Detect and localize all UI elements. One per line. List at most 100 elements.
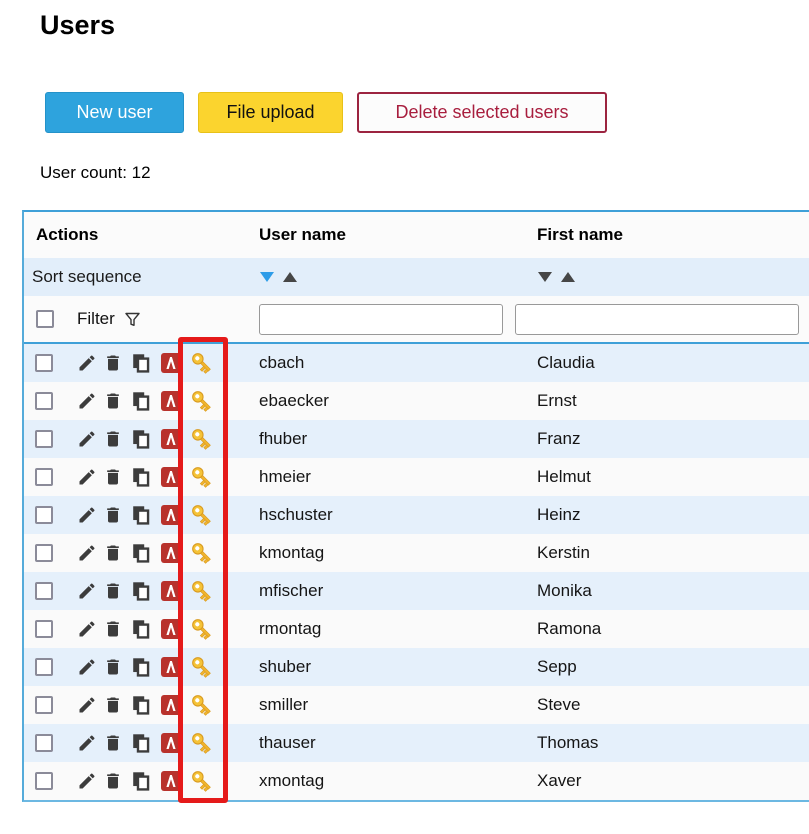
copy-icon[interactable]: [130, 504, 152, 526]
edit-icon[interactable]: [77, 771, 97, 791]
edit-icon[interactable]: [77, 391, 97, 411]
edit-icon[interactable]: [77, 505, 97, 525]
edit-icon[interactable]: [77, 467, 97, 487]
row-select-checkbox[interactable]: [35, 506, 53, 524]
copy-icon[interactable]: [130, 580, 152, 602]
row-select-checkbox[interactable]: [35, 468, 53, 486]
key-icon[interactable]: [189, 730, 215, 756]
user-name-filter-input[interactable]: [259, 304, 503, 335]
copy-icon[interactable]: [130, 694, 152, 716]
delete-icon[interactable]: [103, 771, 123, 791]
sort-user-name-desc-icon[interactable]: [260, 272, 274, 282]
sort-sequence-label: Sort sequence: [24, 267, 257, 287]
key-icon[interactable]: [189, 502, 215, 528]
edit-icon[interactable]: [77, 619, 97, 639]
row-select-checkbox[interactable]: [35, 582, 53, 600]
user-count-label: User count: 12: [40, 163, 151, 183]
copy-icon[interactable]: [130, 542, 152, 564]
filter-funnel-icon[interactable]: [123, 310, 142, 329]
delete-icon[interactable]: [103, 657, 123, 677]
key-icon[interactable]: [189, 654, 215, 680]
sort-user-name-asc-icon[interactable]: [283, 272, 297, 282]
pdf-icon[interactable]: [161, 771, 181, 791]
cell-first-name: Thomas: [535, 733, 809, 753]
row-select-checkbox[interactable]: [35, 354, 53, 372]
key-icon[interactable]: [189, 692, 215, 718]
delete-icon[interactable]: [103, 619, 123, 639]
row-actions-cell: [24, 616, 257, 642]
edit-icon[interactable]: [77, 543, 97, 563]
key-icon[interactable]: [189, 388, 215, 414]
first-name-filter-input[interactable]: [515, 304, 799, 335]
pdf-icon[interactable]: [161, 733, 181, 753]
row-select-checkbox[interactable]: [35, 772, 53, 790]
delete-icon[interactable]: [103, 505, 123, 525]
delete-icon[interactable]: [103, 695, 123, 715]
delete-icon[interactable]: [103, 429, 123, 449]
copy-icon[interactable]: [130, 390, 152, 412]
table-row: fhuber Franz: [24, 420, 809, 458]
row-select-checkbox[interactable]: [35, 392, 53, 410]
cell-user-name: hmeier: [257, 467, 535, 487]
table-row: cbach Claudia: [24, 344, 809, 382]
row-select-checkbox[interactable]: [35, 696, 53, 714]
edit-icon[interactable]: [77, 581, 97, 601]
sort-first-name-asc-icon[interactable]: [561, 272, 575, 282]
cell-user-name: mfischer: [257, 581, 535, 601]
row-select-checkbox[interactable]: [35, 658, 53, 676]
row-actions-cell: [24, 426, 257, 452]
table-row: smiller Steve: [24, 686, 809, 724]
key-icon[interactable]: [189, 768, 215, 794]
copy-icon[interactable]: [130, 618, 152, 640]
pdf-icon[interactable]: [161, 619, 181, 639]
file-upload-button[interactable]: File upload: [198, 92, 343, 133]
copy-icon[interactable]: [130, 770, 152, 792]
pdf-icon[interactable]: [161, 695, 181, 715]
copy-icon[interactable]: [130, 656, 152, 678]
key-icon[interactable]: [189, 464, 215, 490]
table-row: hschuster Heinz: [24, 496, 809, 534]
delete-icon[interactable]: [103, 391, 123, 411]
pdf-icon[interactable]: [161, 543, 181, 563]
pdf-icon[interactable]: [161, 581, 181, 601]
edit-icon[interactable]: [77, 695, 97, 715]
edit-icon[interactable]: [77, 733, 97, 753]
cell-first-name: Franz: [535, 429, 809, 449]
row-actions-cell: [24, 654, 257, 680]
pdf-icon[interactable]: [161, 353, 181, 373]
edit-icon[interactable]: [77, 353, 97, 373]
pdf-icon[interactable]: [161, 505, 181, 525]
cell-user-name: hschuster: [257, 505, 535, 525]
select-all-checkbox[interactable]: [36, 310, 54, 328]
row-actions-cell: [24, 388, 257, 414]
sort-first-name-desc-icon[interactable]: [538, 272, 552, 282]
row-select-checkbox[interactable]: [35, 620, 53, 638]
key-icon[interactable]: [189, 426, 215, 452]
key-icon[interactable]: [189, 578, 215, 604]
row-select-checkbox[interactable]: [35, 544, 53, 562]
pdf-icon[interactable]: [161, 391, 181, 411]
row-select-checkbox[interactable]: [35, 734, 53, 752]
delete-icon[interactable]: [103, 353, 123, 373]
pdf-icon[interactable]: [161, 657, 181, 677]
pdf-icon[interactable]: [161, 467, 181, 487]
key-icon[interactable]: [189, 616, 215, 642]
delete-icon[interactable]: [103, 581, 123, 601]
pdf-icon[interactable]: [161, 429, 181, 449]
key-icon[interactable]: [189, 540, 215, 566]
edit-icon[interactable]: [77, 429, 97, 449]
new-user-button[interactable]: New user: [45, 92, 184, 133]
row-select-checkbox[interactable]: [35, 430, 53, 448]
delete-icon[interactable]: [103, 543, 123, 563]
edit-icon[interactable]: [77, 657, 97, 677]
copy-icon[interactable]: [130, 428, 152, 450]
row-actions-cell: [24, 692, 257, 718]
delete-icon[interactable]: [103, 467, 123, 487]
key-icon[interactable]: [189, 350, 215, 376]
copy-icon[interactable]: [130, 466, 152, 488]
copy-icon[interactable]: [130, 732, 152, 754]
delete-icon[interactable]: [103, 733, 123, 753]
delete-selected-users-button[interactable]: Delete selected users: [357, 92, 607, 133]
cell-first-name: Helmut: [535, 467, 809, 487]
copy-icon[interactable]: [130, 352, 152, 374]
